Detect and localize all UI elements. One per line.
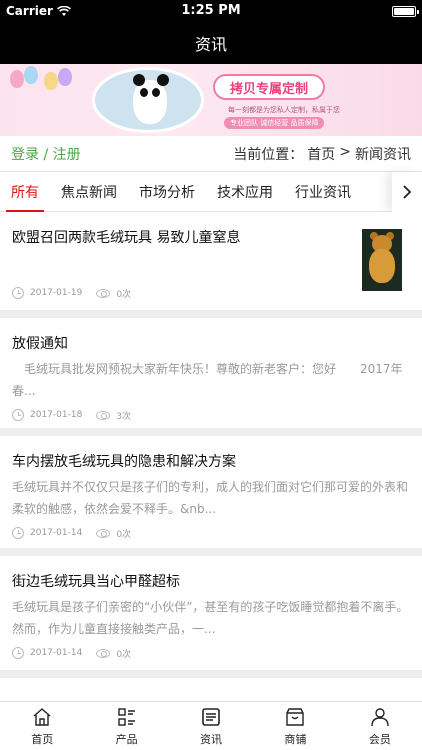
promo-banner[interactable]: 拷贝专属定制 每一刻都是为您私人定制，私属于您 专业团队 诚信经营 品质保障 (0, 64, 422, 136)
bottom-tab-label: 产品 (115, 732, 138, 746)
list-item[interactable]: 欧盟召回两款毛绒玩具 易致儿童窒息 2017-01-19 0次 (0, 212, 422, 318)
breadcrumb-current: 新闻资讯 (355, 146, 411, 163)
clock-icon (12, 527, 24, 539)
battery-icon (392, 5, 419, 17)
eye-icon (96, 410, 111, 420)
tab-industry-news[interactable]: 行业资讯 (284, 172, 362, 212)
banner-line-1: 每一刻都是为您私人定制，私属于您 (228, 106, 340, 114)
status-bar: Carrier 1:25 PM (0, 0, 422, 22)
article-title: 街边毛绒玩具当心甲醛超标 (12, 574, 180, 590)
list-item[interactable]: 车内摆放毛绒玩具的隐患和解决方案 毛绒玩具并不仅仅只是孩子们的专利，成人的我们面… (0, 436, 422, 556)
login-breadcrumb-row: 登录 / 注册 当前位置： 首页 > 新闻资讯 (0, 136, 422, 172)
article-date: 2017-01-19 (30, 288, 83, 298)
bottom-tab-shop[interactable]: 商铺 (253, 702, 337, 750)
article-views: 0次 (116, 529, 132, 540)
tabs-more-button[interactable] (392, 172, 422, 212)
register-link[interactable]: 注册 (53, 147, 81, 163)
balloon-decoration (24, 66, 38, 84)
status-time: 1:25 PM (181, 3, 241, 18)
article-meta: 2017-01-19 0次 (12, 282, 145, 304)
article-date: 2017-01-18 (30, 410, 83, 420)
article-summary: 毛绒玩具并不仅仅只是孩子们的专利，成人的我们面对它们那可爱的外表和柔软的触感，依… (12, 480, 409, 516)
breadcrumb-label: 当前位置： (233, 146, 304, 163)
article-title: 欧盟召回两款毛绒玩具 易致儿童窒息 (12, 230, 241, 246)
bottom-tab-label: 商铺 (284, 732, 307, 746)
tab-tech-application[interactable]: 技术应用 (206, 172, 284, 212)
article-meta: 2017-01-18 3次 (12, 404, 410, 426)
clock-icon (12, 409, 24, 421)
bottom-tab-products[interactable]: 产品 (84, 702, 168, 750)
login-link[interactable]: 登录 (11, 147, 39, 163)
banner-line-2: 专业团队 诚信经营 品质保障 (224, 117, 325, 129)
teddy-bear-thumbnail (362, 229, 402, 291)
page-title: 资讯 (194, 35, 227, 54)
shop-icon (286, 707, 305, 726)
home-icon (33, 707, 51, 726)
article-views: 3次 (116, 411, 132, 422)
breadcrumb: 当前位置： 首页 > 新闻资讯 (233, 144, 411, 164)
bottom-tab-label: 资讯 (200, 732, 223, 746)
article-views: 0次 (116, 649, 132, 660)
breadcrumb-home[interactable]: 首页 (307, 144, 335, 164)
bottom-tab-label: 首页 (31, 732, 54, 746)
bottom-tab-home[interactable]: 首页 (0, 702, 84, 750)
list-item[interactable]: 放假通知 毛绒玩具批发网预祝大家新年快乐！尊敬的新老客户：您好 2017年春..… (0, 318, 422, 436)
chevron-right-icon (403, 185, 412, 199)
clock-icon (12, 647, 24, 659)
list-item[interactable]: 街边毛绒玩具当心甲醛超标 毛绒玩具是孩子们亲密的“小伙伴”，甚至有的孩子吃饭睡觉… (0, 556, 422, 678)
balloon-decoration (44, 72, 58, 90)
eye-icon (96, 528, 111, 538)
top-bar: Carrier 1:25 PM 资讯 (0, 0, 422, 64)
eye-icon (96, 648, 111, 658)
balloon-decoration (58, 68, 72, 86)
breadcrumb-arrow: > (339, 143, 351, 160)
banner-headline: 拷贝专属定制 (213, 74, 325, 100)
article-date: 2017-01-14 (30, 648, 83, 658)
tab-market-analysis[interactable]: 市场分析 (128, 172, 206, 212)
article-date: 2017-01-14 (30, 528, 83, 538)
bottom-tab-bar: 首页 产品 资讯 商铺 会员 (0, 701, 422, 750)
article-list: 欧盟召回两款毛绒玩具 易致儿童窒息 2017-01-19 0次 放假通知 毛绒玩… (0, 212, 422, 678)
tab-all[interactable]: 所有 (0, 172, 50, 212)
article-title: 放假通知 (12, 336, 68, 352)
panda-image (92, 67, 204, 133)
bottom-tab-member[interactable]: 会员 (338, 702, 422, 750)
article-meta: 2017-01-14 0次 (12, 522, 410, 544)
tab-focus-news[interactable]: 焦点新闻 (50, 172, 128, 212)
article-meta: 2017-01-14 0次 (12, 642, 410, 664)
user-icon (371, 707, 389, 726)
bottom-tab-label: 会员 (368, 732, 391, 746)
clock-icon (12, 287, 24, 299)
article-views: 0次 (116, 289, 132, 300)
login-separator: / (43, 146, 49, 163)
category-tabs: 所有 焦点新闻 市场分析 技术应用 行业资讯 (0, 172, 422, 212)
news-icon (202, 707, 220, 726)
balloon-decoration (10, 70, 24, 88)
eye-icon (96, 288, 111, 298)
article-summary: 毛绒玩具批发网预祝大家新年快乐！尊敬的新老客户：您好 2017年春... (12, 362, 403, 398)
product-grid-icon (117, 707, 135, 726)
article-summary: 毛绒玩具是孩子们亲密的“小伙伴”，甚至有的孩子吃饭睡觉都抱着不离手。然而，作为儿… (12, 600, 409, 636)
article-title: 车内摆放毛绒玩具的隐患和解决方案 (12, 454, 236, 470)
bottom-tab-news[interactable]: 资讯 (169, 702, 253, 750)
